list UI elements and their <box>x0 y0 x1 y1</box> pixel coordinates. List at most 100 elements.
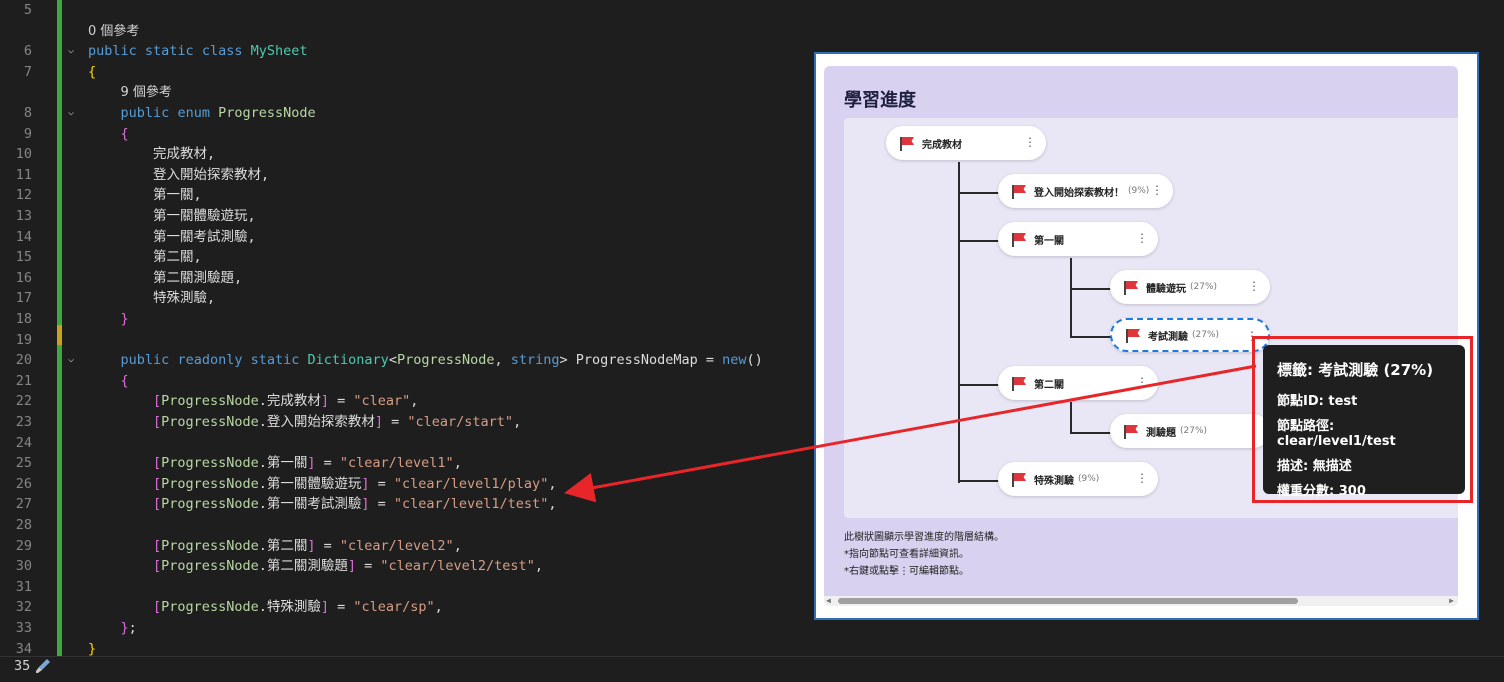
tree-node[interactable]: 測驗題 (27%) ⋮ <box>1110 414 1270 448</box>
brush-icon[interactable] <box>33 656 53 676</box>
line-number: 13 <box>15 208 32 224</box>
tree-node[interactable]: 體驗遊玩 (27%) ⋮ <box>1110 270 1270 304</box>
kebab-menu-icon[interactable]: ⋮ <box>1136 375 1148 389</box>
code-line[interactable]: 21 { <box>0 371 800 392</box>
kebab-menu-icon[interactable]: ⋮ <box>1024 135 1036 149</box>
code-token: = <box>369 496 394 513</box>
tree-node[interactable]: 第一關 ⋮ <box>998 222 1158 256</box>
tree-node[interactable]: 完成教材 ⋮ <box>886 126 1046 160</box>
code-token: , <box>410 393 419 410</box>
code-line[interactable]: 9 { <box>0 124 800 145</box>
line-number: 35 <box>14 658 31 674</box>
tree-node[interactable]: 考試測驗 (27%) ⋮ <box>1110 318 1270 352</box>
code-line[interactable]: 8 ⌵ public enum ProgressNode <box>0 103 800 124</box>
node-label: 完成教材 <box>922 139 962 151</box>
code-token: 第一關考試測驗, <box>153 228 256 245</box>
code-token: ProgressNode <box>161 496 259 513</box>
code-line[interactable]: 22 [ProgressNode.完成教材] = "clear", <box>0 391 800 412</box>
horizontal-scrollbar[interactable]: ◀ ▶ <box>824 596 1458 606</box>
code-line[interactable]: 19 <box>0 330 800 351</box>
code-token: , <box>494 352 511 369</box>
code-text: [ProgressNode.第一關] = "clear/level1", <box>88 453 462 474</box>
code-line[interactable]: 26 [ProgressNode.第一關體驗遊玩] = "clear/level… <box>0 474 800 495</box>
code-line[interactable]: 13 第一關體驗遊玩, <box>0 206 800 227</box>
kebab-menu-icon[interactable]: ⋮ <box>1151 183 1163 197</box>
code-line[interactable]: 33 }; <box>0 618 800 639</box>
code-token: .第一關考試測驗 <box>258 496 362 513</box>
line-number: 21 <box>15 372 32 389</box>
fold-chevron-icon[interactable]: ⌵ <box>64 41 78 62</box>
code-token: 完成教材, <box>153 146 216 163</box>
line-number: 32 <box>15 599 32 616</box>
scrollbar-thumb[interactable] <box>838 598 1298 604</box>
note-line: *指向節點可查看詳細資訊。 <box>844 549 969 560</box>
scroll-left-icon[interactable]: ◀ <box>826 596 831 605</box>
code-line[interactable]: 11 登入開始探索教材, <box>0 165 800 186</box>
line-number: 19 <box>15 331 32 348</box>
code-text: [ProgressNode.第二關測驗題] = "clear/level2/te… <box>88 556 543 577</box>
code-token: , <box>534 558 543 575</box>
node-label: 體驗遊玩 <box>1146 283 1186 295</box>
kebab-menu-icon[interactable]: ⋮ <box>1248 279 1260 293</box>
code-line[interactable]: 25 [ProgressNode.第一關] = "clear/level1", <box>0 453 800 474</box>
code-token: .第二關測驗題 <box>258 558 348 575</box>
code-text: [ProgressNode.第二關] = "clear/level2", <box>88 536 462 557</box>
node-percentage: (9%) <box>1078 474 1100 484</box>
code-text: [ProgressNode.特殊測驗] = "clear/sp", <box>88 597 443 618</box>
code-line[interactable]: 32 [ProgressNode.特殊測驗] = "clear/sp", <box>0 597 800 618</box>
code-line[interactable]: 12 第一關, <box>0 185 800 206</box>
code-line[interactable]: 10 完成教材, <box>0 144 800 165</box>
code-line[interactable]: 0 個參考 <box>0 21 800 42</box>
code-token: { <box>88 63 97 80</box>
note-line: 此樹狀圖顯示學習進度的階層結構。 <box>844 532 1004 543</box>
code-line[interactable]: 15 第二關, <box>0 247 800 268</box>
code-token: static <box>144 43 194 60</box>
code-line[interactable]: 24 <box>0 433 800 454</box>
line-number: 26 <box>15 475 32 492</box>
code-line[interactable]: 7{ <box>0 62 800 83</box>
node-label: 第二關 <box>1034 379 1064 391</box>
code-token: } <box>120 311 129 327</box>
node-label: 特殊測驗 <box>1034 475 1074 487</box>
code-token: 第二關測驗題, <box>153 269 243 286</box>
code-line[interactable]: 17 特殊測驗, <box>0 288 800 309</box>
code-line[interactable]: 29 [ProgressNode.第二關] = "clear/level2", <box>0 536 800 557</box>
code-token: } <box>120 620 129 636</box>
line-number: 17 <box>15 290 32 307</box>
kebab-menu-icon[interactable]: ⋮ <box>1136 231 1148 245</box>
code-line[interactable]: 30 [ProgressNode.第二關測驗題] = "clear/level2… <box>0 556 800 577</box>
code-line[interactable]: 20 ⌵ public readonly static Dictionary<Pr… <box>0 350 800 371</box>
code-token: ProgressNode <box>161 537 259 554</box>
code-line[interactable]: 16 第二關測驗題, <box>0 268 800 289</box>
code-text: [ProgressNode.第一關考試測驗] = "clear/level1/t… <box>88 494 556 515</box>
code-token: = <box>329 393 354 410</box>
code-line[interactable]: 27 [ProgressNode.第一關考試測驗] = "clear/level… <box>0 494 800 515</box>
code-token: , <box>453 537 462 554</box>
code-line[interactable]: 18 } <box>0 309 800 330</box>
code-line[interactable]: 31 <box>0 577 800 598</box>
code-token: "clear/sp" <box>353 599 435 616</box>
scroll-right-icon[interactable]: ▶ <box>1449 596 1454 605</box>
code-line[interactable]: 9 個參考 <box>0 82 800 103</box>
code-text: { <box>88 62 96 83</box>
tree-node[interactable]: 特殊測驗 (9%) ⋮ <box>998 462 1158 496</box>
code-line[interactable]: 5 <box>0 0 800 21</box>
code-line[interactable]: 14 第一關考試測驗, <box>0 227 800 248</box>
line-number: 12 <box>15 187 32 204</box>
kebab-menu-icon[interactable]: ⋮ <box>1136 471 1148 485</box>
tree-node[interactable]: 登入開始探索教材！ (9%) ⋮ <box>998 174 1173 208</box>
line-number: 29 <box>15 537 32 554</box>
code-line[interactable]: 6 ⌵ public static class MySheet <box>0 41 800 62</box>
tree-node[interactable]: 第二關 ⋮ <box>998 366 1158 400</box>
fold-chevron-icon[interactable]: ⌵ <box>64 103 78 124</box>
fold-chevron-icon[interactable]: ⌵ <box>64 350 78 371</box>
code-line[interactable]: 23 [ProgressNode.登入開始探索教材] = "clear/star… <box>0 412 800 433</box>
card-title: 學習進度 <box>844 90 916 111</box>
code-text: 登入開始探索教材, <box>88 165 269 186</box>
code-token: = <box>315 455 340 472</box>
note-line: *右鍵或點擊⋮可編輯節點。 <box>844 566 969 577</box>
code-token: "clear/level1" <box>339 455 454 472</box>
code-line[interactable]: 28 <box>0 515 800 536</box>
